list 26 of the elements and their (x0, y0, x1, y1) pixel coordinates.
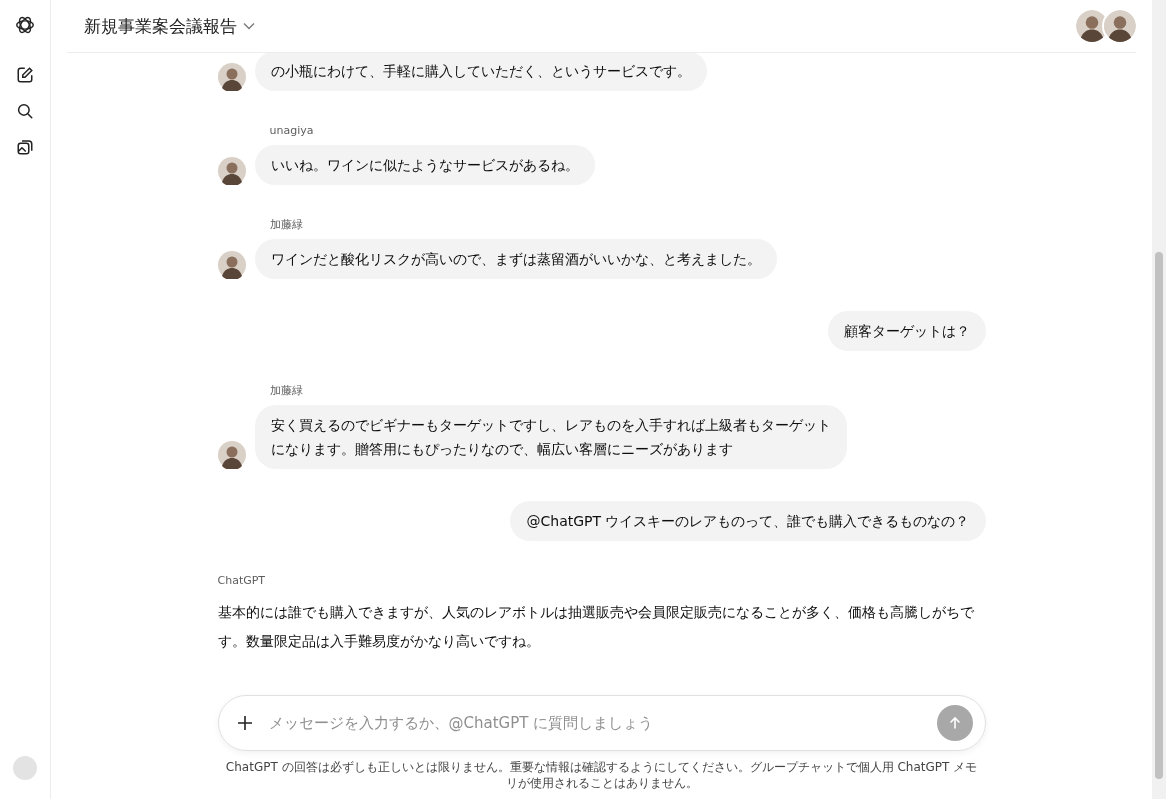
avatar-icon (217, 441, 246, 469)
new-chat-icon[interactable] (16, 66, 34, 84)
avatar-icon (217, 63, 246, 91)
message-input[interactable]: メッセージを入力するか、@ChatGPT に質問しましょう (266, 713, 923, 733)
scrollbar-thumb[interactable] (1155, 252, 1163, 779)
message-bubble: いいね。ワインに似たようなサービスがあるね。 (254, 145, 595, 185)
sender-name: ChatGPT (217, 573, 267, 589)
arrow-up-icon (947, 716, 962, 730)
message-bubble: の小瓶にわけて、手軽に購入していただく、というサービスです。 (254, 53, 707, 91)
avatar-icon (217, 157, 246, 185)
search-icon[interactable] (16, 102, 34, 120)
assistant-message: 基本的には誰でも購入できますが、人気のレアボトルは抽選販売や会員限定販売になることが多く、価格も高騰しがちです。数量限定品は入手難易度がかなり高いですね。 (217, 603, 975, 651)
logo-icon[interactable] (14, 14, 36, 36)
message-bubble: @ChatGPT ウイスキーのレアものって、誰でも購入できるものなの？ (510, 501, 986, 541)
chat-title[interactable]: 新規事業案会議報告 (84, 14, 237, 38)
images-icon[interactable] (16, 138, 34, 156)
disclaimer: ChatGPT の回答は必ずしも正しいとは限りません。重要な情報は確認するようにしてください。グループチャットで個人用 ChatGPT メモリが使用されることはありません。 (224, 759, 979, 791)
avatar-icon (217, 251, 246, 279)
chevron-down-icon[interactable] (243, 22, 255, 30)
message-bubble: 安く買えるのでビギナーもターゲットですし、レアものを入手すれば上級者もターゲットになります。贈答用にもぴったりなので、幅広い客層にニーズがあります (254, 405, 847, 469)
sender-name: 加藤緑 (269, 217, 304, 233)
message-bubble: 顧客ターゲットは？ (827, 311, 986, 351)
sender-name: unagiya (269, 123, 315, 139)
message-bubble: ワインだと酸化リスクが高いので、まずは蒸留酒がいいかな、と考えました。 (254, 239, 777, 279)
sender-name: 加藤緑 (269, 383, 304, 399)
plus-icon[interactable] (236, 715, 253, 731)
